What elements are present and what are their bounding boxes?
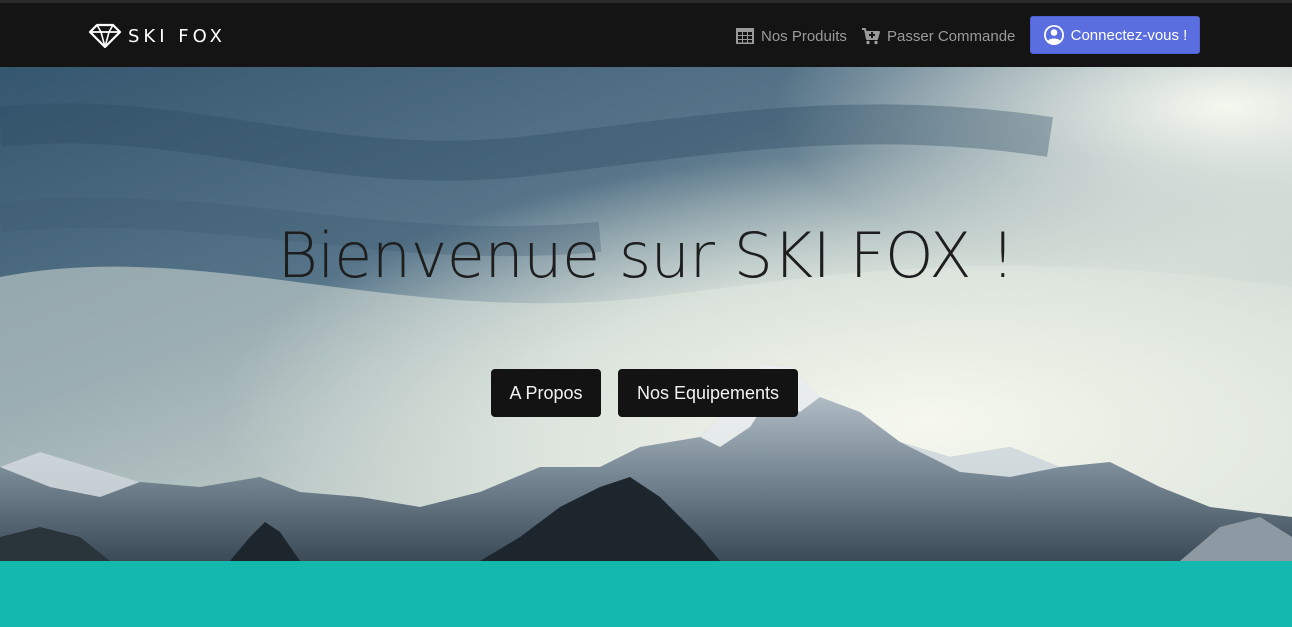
nav-link-produits-label: Nos Produits xyxy=(761,27,847,45)
brand-logo[interactable]: SKI FOX xyxy=(88,22,226,50)
table-icon xyxy=(736,28,754,44)
login-button-label: Connectez-vous ! xyxy=(1070,26,1188,44)
login-button[interactable]: Connectez-vous ! xyxy=(1030,16,1200,54)
cart-icon xyxy=(862,28,880,45)
nav-link-produits[interactable]: Nos Produits xyxy=(735,24,847,48)
nav-link-commande[interactable]: Passer Commande xyxy=(861,24,1015,48)
teal-content-section xyxy=(0,561,1292,627)
nos-equipements-button[interactable]: Nos Equipements xyxy=(618,369,798,417)
brand-name: SKI FOX xyxy=(128,25,226,47)
nav-link-commande-label: Passer Commande xyxy=(887,27,1016,45)
mountain-background-image xyxy=(0,67,1292,561)
diamond-icon xyxy=(88,23,122,49)
user-circle-icon xyxy=(1043,25,1064,45)
hero-section: Bienvenue sur SKI FOX ! A Propos Nos Equ… xyxy=(0,67,1292,561)
navbar: SKI FOX Nos Produits Passer Commande Con… xyxy=(0,3,1292,67)
hero-title: Bienvenue sur SKI FOX ! xyxy=(277,219,1015,292)
a-propos-button[interactable]: A Propos xyxy=(491,369,601,417)
